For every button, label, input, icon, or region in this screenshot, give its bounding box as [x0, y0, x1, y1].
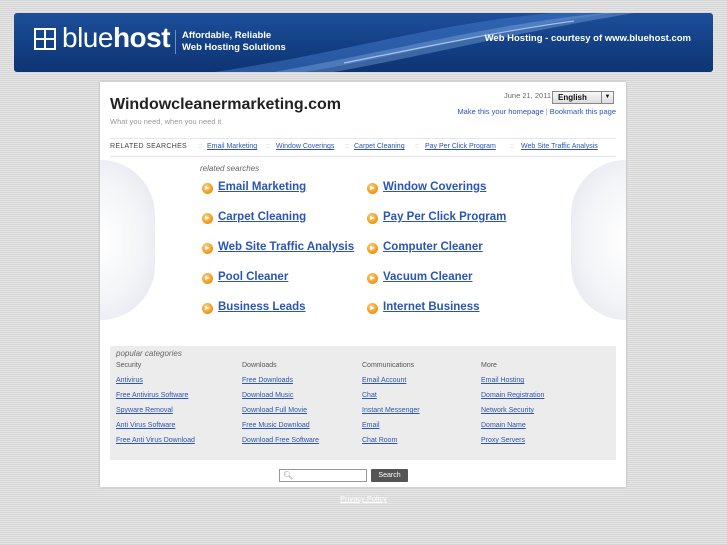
related-bar-link[interactable]: Carpet Cleaning: [354, 143, 405, 150]
category-link[interactable]: Instant Messenger: [362, 407, 420, 422]
search-input[interactable]: 🔍︎: [279, 469, 367, 482]
category-link[interactable]: Email Hosting: [481, 377, 544, 392]
category-heading: Security: [116, 362, 142, 369]
category-link[interactable]: Free Antivirus Software: [116, 392, 195, 407]
category-column-downloads: Downloads Free Downloads Download Music …: [242, 362, 319, 452]
category-link[interactable]: Free Downloads: [242, 377, 319, 392]
related-search-link[interactable]: Carpet Cleaning: [218, 211, 306, 223]
chevron-down-icon[interactable]: ▼: [601, 92, 613, 103]
category-heading: More: [481, 362, 497, 369]
related-search-link[interactable]: Pool Cleaner: [218, 271, 288, 283]
bluehost-tagline: Affordable, Reliable Web Hosting Solutio…: [175, 30, 286, 54]
category-heading: Downloads: [242, 362, 277, 369]
popular-categories: popular categories Security Antivirus Fr…: [110, 346, 616, 460]
related-searches-bar: RELATED SEARCHES :: Email Marketing :: W…: [110, 138, 616, 157]
category-link[interactable]: Chat: [362, 392, 420, 407]
bluehost-logo[interactable]: bluehost: [62, 22, 171, 54]
magnifier-icon: 🔍︎: [283, 471, 294, 480]
make-homepage-link[interactable]: Make this your homepage: [457, 107, 543, 116]
privacy-policy-link[interactable]: Privacy Policy: [0, 494, 727, 503]
category-column-security: Security Antivirus Free Antivirus Softwa…: [116, 362, 195, 452]
related-search-link[interactable]: Pay Per Click Program: [383, 211, 506, 223]
domain-subtitle: What you need, when you need it: [110, 117, 222, 126]
category-link[interactable]: Network Security: [481, 407, 544, 422]
category-column-communications: Communications Email Account Chat Instan…: [362, 362, 420, 452]
language-select[interactable]: English ▼: [552, 91, 614, 104]
related-search-link[interactable]: Window Coverings: [383, 181, 486, 193]
arrow-bullet-icon: [367, 273, 378, 284]
date-text: June 21, 2011: [504, 91, 551, 100]
arrow-bullet-icon: [202, 243, 213, 254]
arrow-bullet-icon: [367, 213, 378, 224]
bluehost-logo-icon[interactable]: [34, 28, 56, 50]
category-link[interactable]: Chat Room: [362, 437, 420, 452]
category-link[interactable]: Free Anti Virus Download: [116, 437, 195, 452]
related-bar-link[interactable]: Email Marketing: [207, 143, 257, 150]
category-link[interactable]: Proxy Servers: [481, 437, 544, 452]
arrow-bullet-icon: [367, 303, 378, 314]
domain-title: Windowcleanermarketing.com: [110, 96, 342, 113]
courtesy-text: Web Hosting - courtesy of www.bluehost.c…: [484, 33, 691, 44]
category-link[interactable]: Email Account: [362, 377, 420, 392]
category-column-more: More Email Hosting Domain Registration N…: [481, 362, 544, 452]
related-search-link[interactable]: Vacuum Cleaner: [383, 271, 472, 283]
related-search-link[interactable]: Computer Cleaner: [383, 241, 483, 253]
arrow-bullet-icon: [202, 303, 213, 314]
related-search-link[interactable]: Web Site Traffic Analysis: [218, 241, 354, 253]
category-link[interactable]: Anti Virus Software: [116, 422, 195, 437]
arrow-bullet-icon: [367, 183, 378, 194]
related-search-link[interactable]: Email Marketing: [218, 181, 306, 193]
related-bar-link[interactable]: Pay Per Click Program: [425, 143, 496, 150]
arrow-bullet-icon: [202, 183, 213, 194]
related-bar-title: RELATED SEARCHES: [110, 143, 188, 150]
category-link[interactable]: Download Music: [242, 392, 319, 407]
arrow-bullet-icon: [202, 213, 213, 224]
category-link[interactable]: Spyware Removal: [116, 407, 195, 422]
category-link[interactable]: Download Full Movie: [242, 407, 319, 422]
arrow-bullet-icon: [367, 243, 378, 254]
popular-title: popular categories: [116, 349, 182, 358]
search-button[interactable]: Search: [371, 469, 408, 482]
globe-decoration-left: [100, 160, 155, 320]
related-search-link[interactable]: Internet Business: [383, 301, 480, 313]
category-link[interactable]: Free Music Download: [242, 422, 319, 437]
bookmark-link[interactable]: Bookmark this page: [550, 107, 616, 116]
related-bar-link[interactable]: Web Site Traffic Analysis: [521, 143, 598, 150]
related-bar-link[interactable]: Window Coverings: [276, 143, 334, 150]
category-link[interactable]: Download Free Software: [242, 437, 319, 452]
related-searches-title: related searches: [200, 164, 260, 173]
category-link[interactable]: Domain Registration: [481, 392, 544, 407]
homepage-links: Make this your homepage | Bookmark this pa…: [457, 107, 616, 116]
main-panel: Windowcleanermarketing.com What you need…: [100, 82, 626, 487]
arrow-bullet-icon: [202, 273, 213, 284]
category-link[interactable]: Antivirus: [116, 377, 195, 392]
category-link[interactable]: Email: [362, 422, 420, 437]
globe-decoration-right: [571, 160, 626, 320]
category-link[interactable]: Domain Name: [481, 422, 544, 437]
bluehost-banner: bluehost Affordable, Reliable Web Hostin…: [14, 13, 713, 72]
category-heading: Communications: [362, 362, 415, 369]
related-search-link[interactable]: Business Leads: [218, 301, 306, 313]
